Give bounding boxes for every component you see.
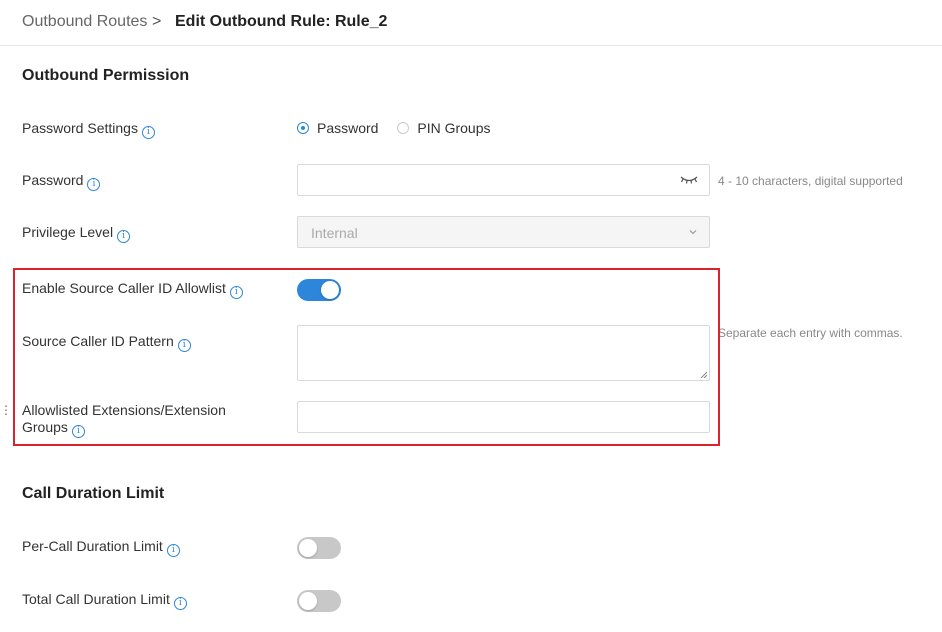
password-settings-label-text: Password Settings xyxy=(22,120,138,136)
side-collapse-handle[interactable]: ⋮ xyxy=(0,403,12,417)
source-caller-id-pattern-hint: Separate each entry with commas. xyxy=(718,326,903,340)
page-title: Edit Outbound Rule: Rule_2 xyxy=(175,13,388,30)
info-icon[interactable]: i xyxy=(177,339,191,352)
privilege-level-label-text: Privilege Level xyxy=(22,224,114,240)
privilege-level-value: Internal xyxy=(311,225,358,241)
password-settings-label: Password Settings i xyxy=(22,120,155,139)
info-icon[interactable]: i xyxy=(166,544,180,557)
per-call-duration-limit-label: Per-Call Duration Limit i xyxy=(22,538,180,557)
allowlisted-extensions-label: Allowlisted Extensions/Extension Groups i xyxy=(22,402,226,438)
chevron-down-icon xyxy=(689,230,697,235)
breadcrumb-separator-icon: > xyxy=(152,13,162,30)
per-call-duration-limit-label-text: Per-Call Duration Limit xyxy=(22,538,163,554)
section-title-call-duration-limit: Call Duration Limit xyxy=(22,485,165,502)
password-hint: 4 - 10 characters, digital supported xyxy=(718,174,903,188)
allowlisted-extensions-label-line2-wrap: Groups i xyxy=(22,419,226,438)
toggle-knob xyxy=(299,592,317,610)
resize-grip-icon[interactable] xyxy=(700,371,707,378)
privilege-level-select[interactable]: Internal xyxy=(297,216,710,248)
source-caller-id-pattern-label: Source Caller ID Pattern i xyxy=(22,333,191,352)
allowlisted-extensions-input[interactable] xyxy=(297,401,710,433)
radio-password-label: Password xyxy=(317,120,379,136)
info-icon[interactable]: i xyxy=(87,178,101,191)
total-call-duration-limit-label: Total Call Duration Limit i xyxy=(22,591,187,610)
info-icon[interactable]: i xyxy=(117,230,131,243)
eye-hidden-icon[interactable] xyxy=(680,174,698,186)
breadcrumb: Outbound Routes > Edit Outbound Rule: Ru… xyxy=(0,0,942,46)
info-icon[interactable]: i xyxy=(173,597,187,610)
password-input[interactable] xyxy=(297,164,710,196)
breadcrumb-link-outbound-routes[interactable]: Outbound Routes xyxy=(22,13,147,31)
total-call-duration-limit-label-text: Total Call Duration Limit xyxy=(22,591,170,607)
total-call-duration-limit-toggle[interactable] xyxy=(297,590,341,612)
info-icon[interactable]: i xyxy=(71,425,85,438)
password-label-text: Password xyxy=(22,172,84,188)
info-icon[interactable]: i xyxy=(141,126,155,139)
source-caller-id-pattern-textarea[interactable] xyxy=(297,325,710,381)
privilege-level-label: Privilege Level i xyxy=(22,224,131,243)
per-call-duration-limit-toggle[interactable] xyxy=(297,537,341,559)
allowlisted-extensions-label-line1: Allowlisted Extensions/Extension xyxy=(22,402,226,418)
enable-allowlist-toggle[interactable] xyxy=(297,279,341,301)
enable-allowlist-label-text: Enable Source Caller ID Allowlist xyxy=(22,280,226,296)
allowlisted-extensions-label-line2: Groups xyxy=(22,419,68,435)
radio-pin-groups[interactable]: PIN Groups xyxy=(397,120,491,136)
enable-allowlist-label: Enable Source Caller ID Allowlist i xyxy=(22,280,243,299)
radio-pin-groups-label: PIN Groups xyxy=(417,120,491,136)
source-caller-id-pattern-label-text: Source Caller ID Pattern xyxy=(22,333,174,349)
toggle-knob xyxy=(299,539,317,557)
toggle-knob xyxy=(321,281,339,299)
info-icon[interactable]: i xyxy=(229,286,243,299)
password-settings-radio-group: Password PIN Groups xyxy=(297,120,506,137)
radio-checked-icon xyxy=(297,122,309,134)
password-label: Password i xyxy=(22,172,101,191)
radio-unchecked-icon xyxy=(397,122,410,134)
radio-password[interactable]: Password xyxy=(297,120,378,136)
section-title-outbound-permission: Outbound Permission xyxy=(22,67,190,84)
